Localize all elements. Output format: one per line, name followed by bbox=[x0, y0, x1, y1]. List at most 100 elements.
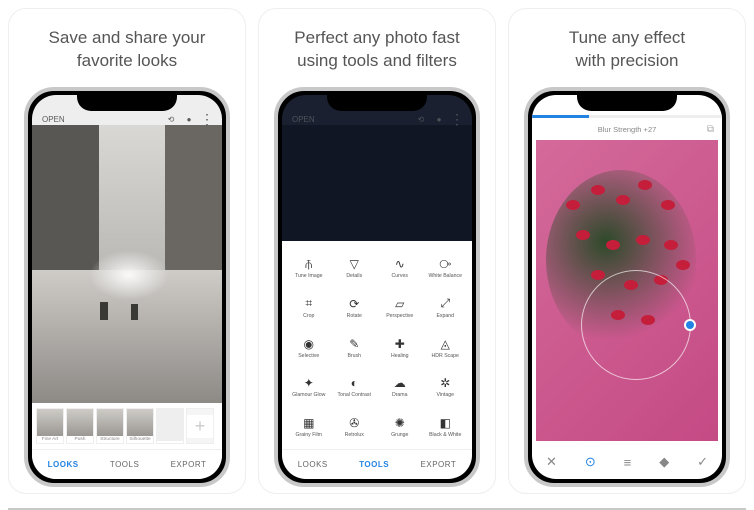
crop-icon: ⌗ bbox=[302, 297, 316, 311]
tool-grunge[interactable]: ✺ Grunge bbox=[377, 407, 423, 447]
info-icon[interactable]: ● bbox=[434, 114, 444, 124]
tool-vintage[interactable]: ✲Vintage bbox=[423, 368, 469, 408]
look-thumb-hidden[interactable] bbox=[156, 408, 184, 444]
tool-healing[interactable]: ✚ Healing bbox=[377, 328, 423, 368]
tool-label: Black & White bbox=[429, 433, 461, 439]
caption-line: with precision bbox=[576, 51, 679, 70]
tool-label: Grunge bbox=[391, 433, 408, 439]
tools-panel: ⫚Tune Image▽Details∿Curves ⧂ White Balance… bbox=[282, 241, 472, 449]
adjust-button[interactable]: ≡ bbox=[624, 455, 632, 470]
healing-icon: ✚ bbox=[393, 337, 407, 351]
tool-label: Perspective bbox=[386, 314, 413, 320]
tool-label: Healing bbox=[391, 354, 409, 360]
tool-grainy-film[interactable]: ▦Grainy Film bbox=[286, 407, 332, 447]
tool-label: Retrolux bbox=[345, 433, 364, 439]
black-white-icon: ◧ bbox=[438, 416, 452, 430]
phone-notch bbox=[327, 91, 427, 111]
cancel-button[interactable]: ✕ bbox=[546, 454, 557, 470]
tonal-contrast-icon: ◐ bbox=[347, 376, 361, 390]
details-icon: ▽ bbox=[347, 257, 361, 271]
tool-label: Brush bbox=[347, 354, 361, 360]
tool-rotate[interactable]: ⟳Rotate bbox=[332, 289, 378, 329]
look-thumb-push[interactable]: Push bbox=[66, 408, 94, 444]
tool-label: Crop bbox=[303, 314, 314, 320]
hdr-scape-icon: ◬ bbox=[438, 337, 452, 351]
bottom-tabs: LOOKS TOOLS EXPORT bbox=[32, 449, 222, 479]
apply-button[interactable]: ✓ bbox=[697, 454, 708, 470]
phone-notch bbox=[577, 91, 677, 111]
tab-looks[interactable]: LOOKS bbox=[298, 460, 328, 469]
tool-hdr-scape[interactable]: ◬ HDR Scape bbox=[423, 328, 469, 368]
white-balance-icon: ⧂ bbox=[438, 257, 452, 271]
screenshot-gallery: Save and share your favorite looks OPEN … bbox=[0, 0, 754, 502]
tool-label: Tonal Contrast bbox=[338, 393, 371, 399]
undo-icon[interactable]: ⟲ bbox=[166, 114, 176, 124]
open-button[interactable]: OPEN bbox=[42, 115, 65, 124]
caption-line: Save and share your bbox=[49, 28, 206, 47]
look-thumb-silhouette[interactable]: Silhouette bbox=[126, 408, 154, 444]
tool-brush[interactable]: ✎ Brush bbox=[332, 328, 378, 368]
focus-ring[interactable] bbox=[581, 270, 691, 380]
tool-label: HDR Scape bbox=[432, 354, 459, 360]
tool-curves[interactable]: ∿Curves bbox=[377, 249, 423, 289]
tab-export[interactable]: EXPORT bbox=[171, 460, 207, 469]
tool-tune-image[interactable]: ⫚Tune Image bbox=[286, 249, 332, 289]
app-screen-looks: OPEN ⟲ ● ⋮ Fine Art Push Structure Silho… bbox=[32, 95, 222, 479]
look-thumb-fine-art[interactable]: Fine Art bbox=[36, 408, 64, 444]
tab-looks[interactable]: LOOKS bbox=[48, 460, 79, 469]
focus-mode-button[interactable]: ⊙ bbox=[585, 454, 596, 470]
info-icon[interactable]: ● bbox=[184, 114, 194, 124]
app-screen-effect: Blur Strength +27 ⧉ bbox=[532, 95, 722, 479]
tab-tools[interactable]: TOOLS bbox=[359, 460, 389, 469]
tab-export[interactable]: EXPORT bbox=[421, 460, 457, 469]
slide-1: Save and share your favorite looks OPEN … bbox=[8, 8, 246, 494]
main-photo[interactable] bbox=[32, 125, 222, 403]
main-photo[interactable] bbox=[536, 140, 718, 441]
app-screen-tools: OPEN ⟲ ● ⋮ ⫚Tune Image▽Details∿Curves ⧂ Wh… bbox=[282, 95, 472, 479]
more-icon[interactable]: ⋮ bbox=[452, 114, 462, 124]
open-button[interactable]: OPEN bbox=[292, 115, 315, 124]
slide-caption: Tune any effect with precision bbox=[569, 27, 685, 73]
tool-label: White Balance bbox=[429, 274, 462, 280]
undo-icon[interactable]: ⟲ bbox=[416, 114, 426, 124]
style-button[interactable]: ◆ bbox=[659, 454, 669, 470]
caption-line: Tune any effect bbox=[569, 28, 685, 47]
caption-line: Perfect any photo fast bbox=[294, 28, 459, 47]
selective-icon: ◉ bbox=[302, 337, 316, 351]
tool-tonal-contrast[interactable]: ◐ Tonal Contrast bbox=[332, 368, 378, 408]
more-icon[interactable]: ⋮ bbox=[202, 114, 212, 124]
brush-icon: ✎ bbox=[347, 337, 361, 351]
tune-image-icon: ⫚ bbox=[302, 257, 316, 271]
tool-label: Selective bbox=[298, 354, 319, 360]
tool-crop[interactable]: ⌗ Crop bbox=[286, 289, 332, 329]
slide-caption: Save and share your favorite looks bbox=[49, 27, 206, 73]
compare-icon[interactable]: ⧉ bbox=[707, 124, 714, 135]
tool-label: Rotate bbox=[347, 314, 362, 320]
tool-white-balance[interactable]: ⧂ White Balance bbox=[423, 249, 469, 289]
plus-icon: + bbox=[187, 415, 213, 438]
looks-strip[interactable]: Fine Art Push Structure Silhouette + bbox=[32, 403, 222, 449]
tool-drama[interactable]: ☁Drama bbox=[377, 368, 423, 408]
look-thumb-structure[interactable]: Structure bbox=[96, 408, 124, 444]
tool-perspective[interactable]: ▱Perspective bbox=[377, 289, 423, 329]
tab-tools[interactable]: TOOLS bbox=[110, 460, 139, 469]
phone-frame: Blur Strength +27 ⧉ bbox=[524, 87, 730, 487]
add-look-button[interactable]: + bbox=[186, 408, 214, 444]
curves-icon: ∿ bbox=[393, 257, 407, 271]
tool-details[interactable]: ▽Details bbox=[332, 249, 378, 289]
glamour-glow-icon: ✦ bbox=[302, 376, 316, 390]
tool-glamour-glow[interactable]: ✦ Glamour Glow bbox=[286, 368, 332, 408]
tool-retrolux[interactable]: ✇Retrolux bbox=[332, 407, 378, 447]
effect-readout-label: Blur Strength +27 bbox=[598, 125, 657, 134]
focus-handle[interactable] bbox=[684, 319, 696, 331]
effect-bottom-bar: ✕ ⊙ ≡ ◆ ✓ bbox=[532, 445, 722, 479]
tool-black-white[interactable]: ◧ Black & White bbox=[423, 407, 469, 447]
phone-frame: OPEN ⟲ ● ⋮ Fine Art Push Structure Silho… bbox=[24, 87, 230, 487]
grunge-icon: ✺ bbox=[393, 416, 407, 430]
grainy-film-icon: ▦ bbox=[302, 416, 316, 430]
tool-label: Glamour Glow bbox=[292, 393, 325, 399]
tool-expand[interactable]: ⤢Expand bbox=[423, 289, 469, 329]
slide-2: Perfect any photo fast using tools and f… bbox=[258, 8, 496, 494]
tool-selective[interactable]: ◉ Selective bbox=[286, 328, 332, 368]
caption-line: favorite looks bbox=[77, 51, 177, 70]
